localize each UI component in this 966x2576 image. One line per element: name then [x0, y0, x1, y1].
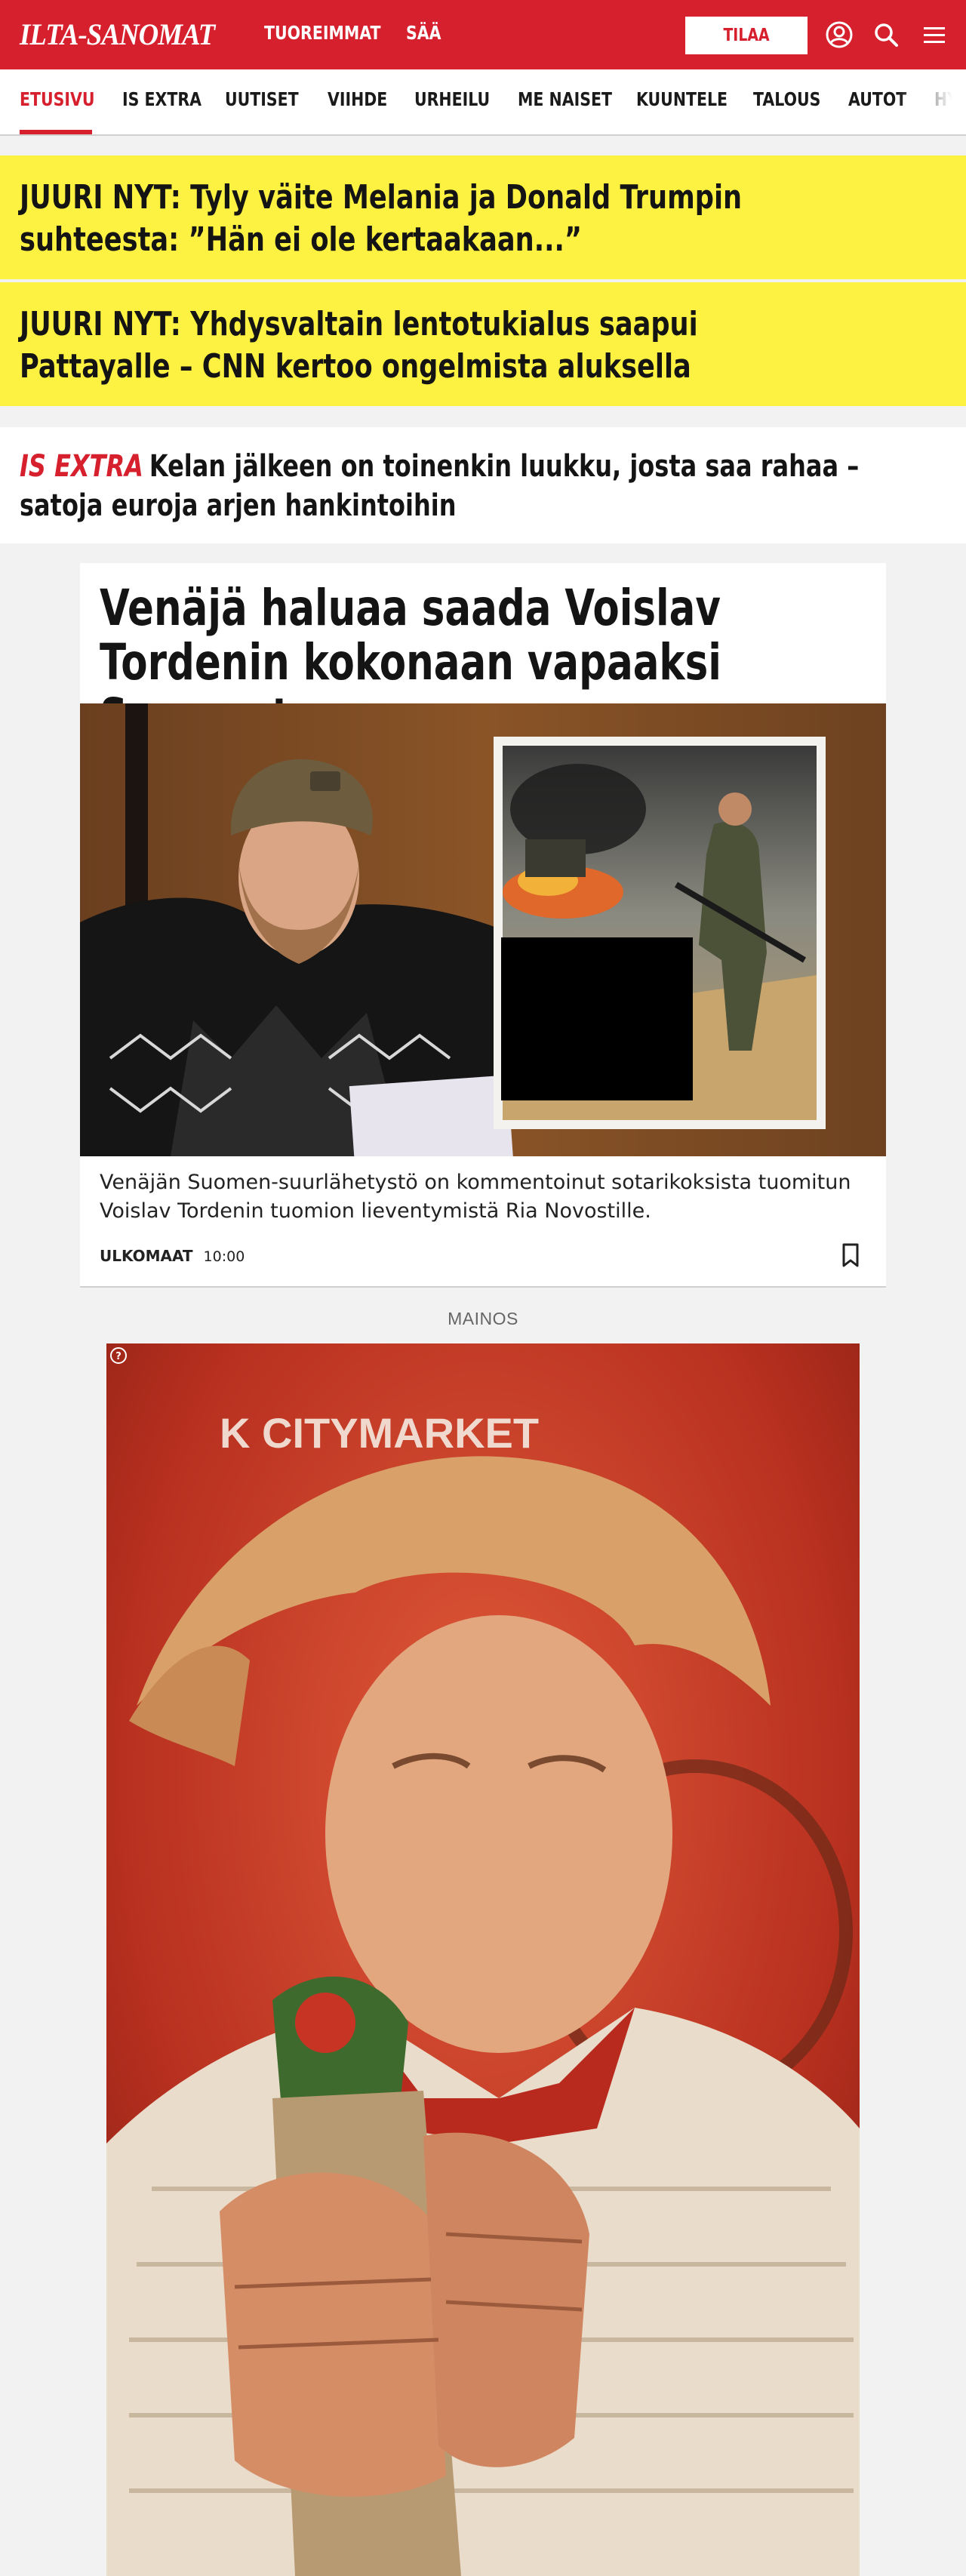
svg-text:?: ?	[115, 1351, 122, 1362]
breaking-news-banner[interactable]: JUURI NYT: Yhdysvaltain lentotukialus sa…	[0, 282, 966, 406]
article-category[interactable]: ULKOMAAT	[100, 1247, 193, 1265]
breaking-news-headline: JUURI NYT: Yhdysvaltain lentotukialus sa…	[20, 305, 698, 386]
breaking-news-banner[interactable]: JUURI NYT: Tyly väite Melania ja Donald …	[0, 155, 966, 279]
user-icon[interactable]	[824, 20, 854, 50]
nav-fade	[898, 69, 966, 134]
extra-teaser-headline: IS EXTRA Kelan jälkeen on toinenkin luukk…	[20, 447, 925, 525]
nav-item-uutiset[interactable]: UUTISET	[225, 88, 299, 110]
extra-teaser-text: Kelan jälkeen on toinenkin luukku, josta…	[20, 449, 860, 523]
menu-icon[interactable]	[919, 20, 949, 50]
bookmark-icon[interactable]	[839, 1242, 862, 1268]
nav-item-talous[interactable]: TALOUS	[753, 88, 820, 110]
top-header: ILTA-SANOMAT TUOREIMMAT SÄÄ TILAA EXTRA	[0, 0, 966, 83]
link-tuoreimmat[interactable]: TUOREIMMAT	[264, 22, 381, 44]
subscribe-button[interactable]: TILAA EXTRA	[685, 17, 808, 83]
search-icon[interactable]	[871, 20, 901, 50]
breaking-news-headline: JUURI NYT: Tyly väite Melania ja Donald …	[20, 178, 743, 259]
section-nav: ETUSIVU IS EXTRA UUTISET VIIHDE URHEILU …	[0, 69, 966, 136]
extra-teaser[interactable]: IS EXTRA Kelan jälkeen on toinenkin luukk…	[0, 427, 966, 543]
ad-label: MAINOS	[448, 1309, 518, 1328]
advertisement[interactable]: K CITYMARKET ?	[106, 1343, 860, 2576]
nav-item-me-naiset[interactable]: ME NAISET	[518, 88, 612, 110]
ad-brand: K CITYMARKET	[220, 1409, 539, 1457]
article-card[interactable]: Venäjä haluaa saada Voislav Tordenin kok…	[80, 563, 886, 1288]
nav-item-is-extra[interactable]: IS EXTRA	[122, 88, 202, 110]
ad-image: K CITYMARKET	[106, 1343, 860, 2576]
ad-info-icon[interactable]: ?	[109, 1346, 128, 1365]
nav-item-urheilu[interactable]: URHEILU	[414, 88, 490, 110]
nav-item-viihde[interactable]: VIIHDE	[328, 88, 387, 110]
nav-item-etusivu[interactable]: ETUSIVU	[20, 88, 95, 110]
nav-item-kuuntele[interactable]: KUUNTELE	[636, 88, 728, 110]
site-logo[interactable]: ILTA-SANOMAT	[20, 17, 215, 52]
article-time: 10:00	[203, 1248, 245, 1265]
extra-tag: IS EXTRA	[20, 449, 143, 484]
article-lead: Venäjän Suomen-suurlähetystö on kommento…	[100, 1171, 851, 1223]
article-meta: ULKOMAAT 10:00	[100, 1247, 245, 1265]
nav-active-indicator	[20, 130, 92, 134]
article-image[interactable]	[80, 703, 886, 1156]
link-saa[interactable]: SÄÄ	[406, 22, 441, 44]
